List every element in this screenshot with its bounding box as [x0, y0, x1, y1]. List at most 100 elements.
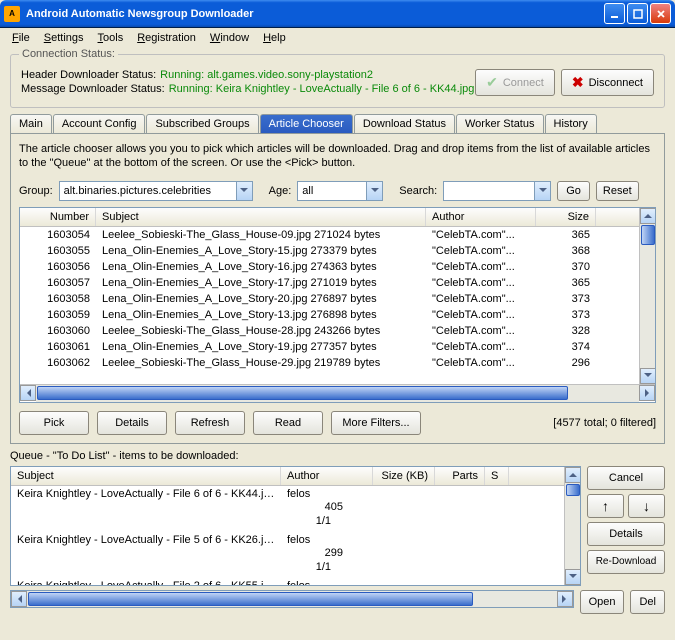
- menu-file[interactable]: File: [12, 32, 30, 44]
- queue-details-button[interactable]: Details: [587, 522, 665, 546]
- vscroll-thumb[interactable]: [641, 225, 655, 245]
- menu-settings[interactable]: Settings: [44, 32, 84, 44]
- qcol-parts[interactable]: Parts: [435, 467, 485, 485]
- queue-row[interactable]: Keira Knightley - LoveActually - File 5 …: [11, 532, 564, 578]
- qcol-subject[interactable]: Subject: [11, 467, 281, 485]
- read-button[interactable]: Read: [253, 411, 323, 435]
- cell-size: 328: [536, 324, 596, 338]
- refresh-button[interactable]: Refresh: [175, 411, 245, 435]
- qvscroll-thumb[interactable]: [566, 484, 580, 496]
- cell-number: 1603062: [20, 356, 96, 370]
- search-input[interactable]: [443, 181, 535, 201]
- qcol-author[interactable]: Author: [281, 467, 373, 485]
- menu-tools[interactable]: Tools: [98, 32, 124, 44]
- cell-subject: Lena_Olin-Enemies_A_Love_Story-16.jpg 27…: [96, 260, 426, 274]
- pick-button[interactable]: Pick: [19, 411, 89, 435]
- qcell-author: felos 3931/1: [281, 579, 373, 585]
- article-row[interactable]: 1603058Lena_Olin-Enemies_A_Love_Story-20…: [20, 291, 639, 307]
- article-row[interactable]: 1603061Lena_Olin-Enemies_A_Love_Story-19…: [20, 339, 639, 355]
- scroll-left-icon[interactable]: [20, 385, 36, 401]
- scroll-up-icon[interactable]: [640, 208, 655, 224]
- move-down-button[interactable]: ↓: [628, 494, 665, 518]
- qhscroll-thumb[interactable]: [28, 592, 473, 606]
- scroll-down-icon[interactable]: [640, 368, 655, 384]
- disconnect-button[interactable]: ✖Disconnect: [561, 69, 654, 96]
- close-button[interactable]: [650, 3, 671, 24]
- open-button[interactable]: Open: [580, 590, 625, 614]
- col-number[interactable]: Number: [20, 208, 96, 226]
- tab-article-chooser[interactable]: Article Chooser: [260, 114, 353, 133]
- tab-download-status[interactable]: Download Status: [354, 114, 455, 133]
- article-chooser-panel: The article chooser allows you you to pi…: [10, 134, 665, 444]
- menu-registration[interactable]: Registration: [137, 32, 196, 44]
- article-row[interactable]: 1603056Lena_Olin-Enemies_A_Love_Story-16…: [20, 259, 639, 275]
- menu-window[interactable]: Window: [210, 32, 249, 44]
- tab-history[interactable]: History: [545, 114, 597, 133]
- connect-button[interactable]: ✔Connect: [475, 69, 555, 96]
- article-row[interactable]: 1603060Leelee_Sobieski-The_Glass_House-2…: [20, 323, 639, 339]
- queue-vscroll[interactable]: [564, 467, 580, 585]
- cell-subject: Leelee_Sobieski-The_Glass_House-29.jpg 2…: [96, 356, 426, 370]
- scroll-right-icon[interactable]: [639, 385, 655, 401]
- cancel-button[interactable]: Cancel: [587, 466, 665, 490]
- qcell-author: felos 2991/1: [281, 533, 373, 577]
- cell-author: "CelebTA.com"...: [426, 324, 536, 338]
- maximize-button[interactable]: [627, 3, 648, 24]
- cell-number: 1603061: [20, 340, 96, 354]
- menu-help[interactable]: Help: [263, 32, 286, 44]
- tab-subscribed-groups[interactable]: Subscribed Groups: [146, 114, 258, 133]
- redownload-button[interactable]: Re-Download: [587, 550, 665, 574]
- qcell-subject: Keira Knightley - LoveActually - File 5 …: [11, 533, 281, 577]
- col-author[interactable]: Author: [426, 208, 536, 226]
- tab-strip: MainAccount ConfigSubscribed GroupsArtic…: [10, 114, 665, 134]
- queue-hscroll[interactable]: [10, 590, 574, 608]
- age-combo[interactable]: [297, 181, 367, 201]
- queue-row[interactable]: Keira Knightley - LoveActually - File 6 …: [11, 486, 564, 532]
- qscroll-left-icon[interactable]: [11, 591, 27, 607]
- details-button[interactable]: Details: [97, 411, 167, 435]
- queue-table: Subject Author Size (KB) Parts S Keira K…: [10, 466, 581, 586]
- header-status-label: Header Downloader Status:: [21, 69, 156, 81]
- x-icon: ✖: [572, 74, 584, 91]
- header-status-value: Running: alt.games.video.sony-playstatio…: [160, 69, 373, 81]
- article-row[interactable]: 1603062Leelee_Sobieski-The_Glass_House-2…: [20, 355, 639, 371]
- hscroll-thumb[interactable]: [37, 386, 568, 400]
- tab-main[interactable]: Main: [10, 114, 52, 133]
- filter-counts: [4577 total; 0 filtered]: [553, 417, 656, 429]
- age-combo-button[interactable]: [367, 181, 383, 201]
- col-subject[interactable]: Subject: [96, 208, 426, 226]
- queue-row[interactable]: Keira Knightley - LoveActually - File 2 …: [11, 578, 564, 585]
- article-row[interactable]: 1603057Lena_Olin-Enemies_A_Love_Story-17…: [20, 275, 639, 291]
- article-hscroll[interactable]: [36, 385, 639, 402]
- qscroll-down-icon[interactable]: [565, 569, 580, 585]
- qscroll-up-icon[interactable]: [565, 467, 580, 483]
- del-button[interactable]: Del: [630, 590, 665, 614]
- message-status-label: Message Downloader Status:: [21, 83, 165, 95]
- minimize-button[interactable]: [604, 3, 625, 24]
- go-button[interactable]: Go: [557, 181, 590, 201]
- search-label: Search:: [399, 185, 437, 197]
- search-combo-button[interactable]: [535, 181, 551, 201]
- article-row[interactable]: 1603054Leelee_Sobieski-The_Glass_House-0…: [20, 227, 639, 243]
- titlebar: A Android Automatic Newsgroup Downloader: [0, 0, 675, 28]
- qcell-author: felos 4051/1: [281, 487, 373, 531]
- qcol-size[interactable]: Size (KB): [373, 467, 435, 485]
- article-row[interactable]: 1603055Lena_Olin-Enemies_A_Love_Story-15…: [20, 243, 639, 259]
- col-size[interactable]: Size: [536, 208, 596, 226]
- more-filters-button[interactable]: More Filters...: [331, 411, 421, 435]
- group-combo[interactable]: [59, 181, 237, 201]
- article-vscroll[interactable]: [639, 208, 655, 384]
- move-up-button[interactable]: ↑: [587, 494, 624, 518]
- article-row[interactable]: 1603059Lena_Olin-Enemies_A_Love_Story-13…: [20, 307, 639, 323]
- queue-legend: Queue - "To Do List" - items to be downl…: [10, 450, 665, 462]
- group-combo-button[interactable]: [237, 181, 253, 201]
- qcol-s[interactable]: S: [485, 467, 509, 485]
- cell-subject: Lena_Olin-Enemies_A_Love_Story-13.jpg 27…: [96, 308, 426, 322]
- tab-account-config[interactable]: Account Config: [53, 114, 146, 133]
- cell-size: 373: [536, 308, 596, 322]
- qscroll-right-icon[interactable]: [557, 591, 573, 607]
- cell-number: 1603055: [20, 244, 96, 258]
- reset-button[interactable]: Reset: [596, 181, 639, 201]
- tab-worker-status[interactable]: Worker Status: [456, 114, 544, 133]
- menubar: File Settings Tools Registration Window …: [0, 28, 675, 48]
